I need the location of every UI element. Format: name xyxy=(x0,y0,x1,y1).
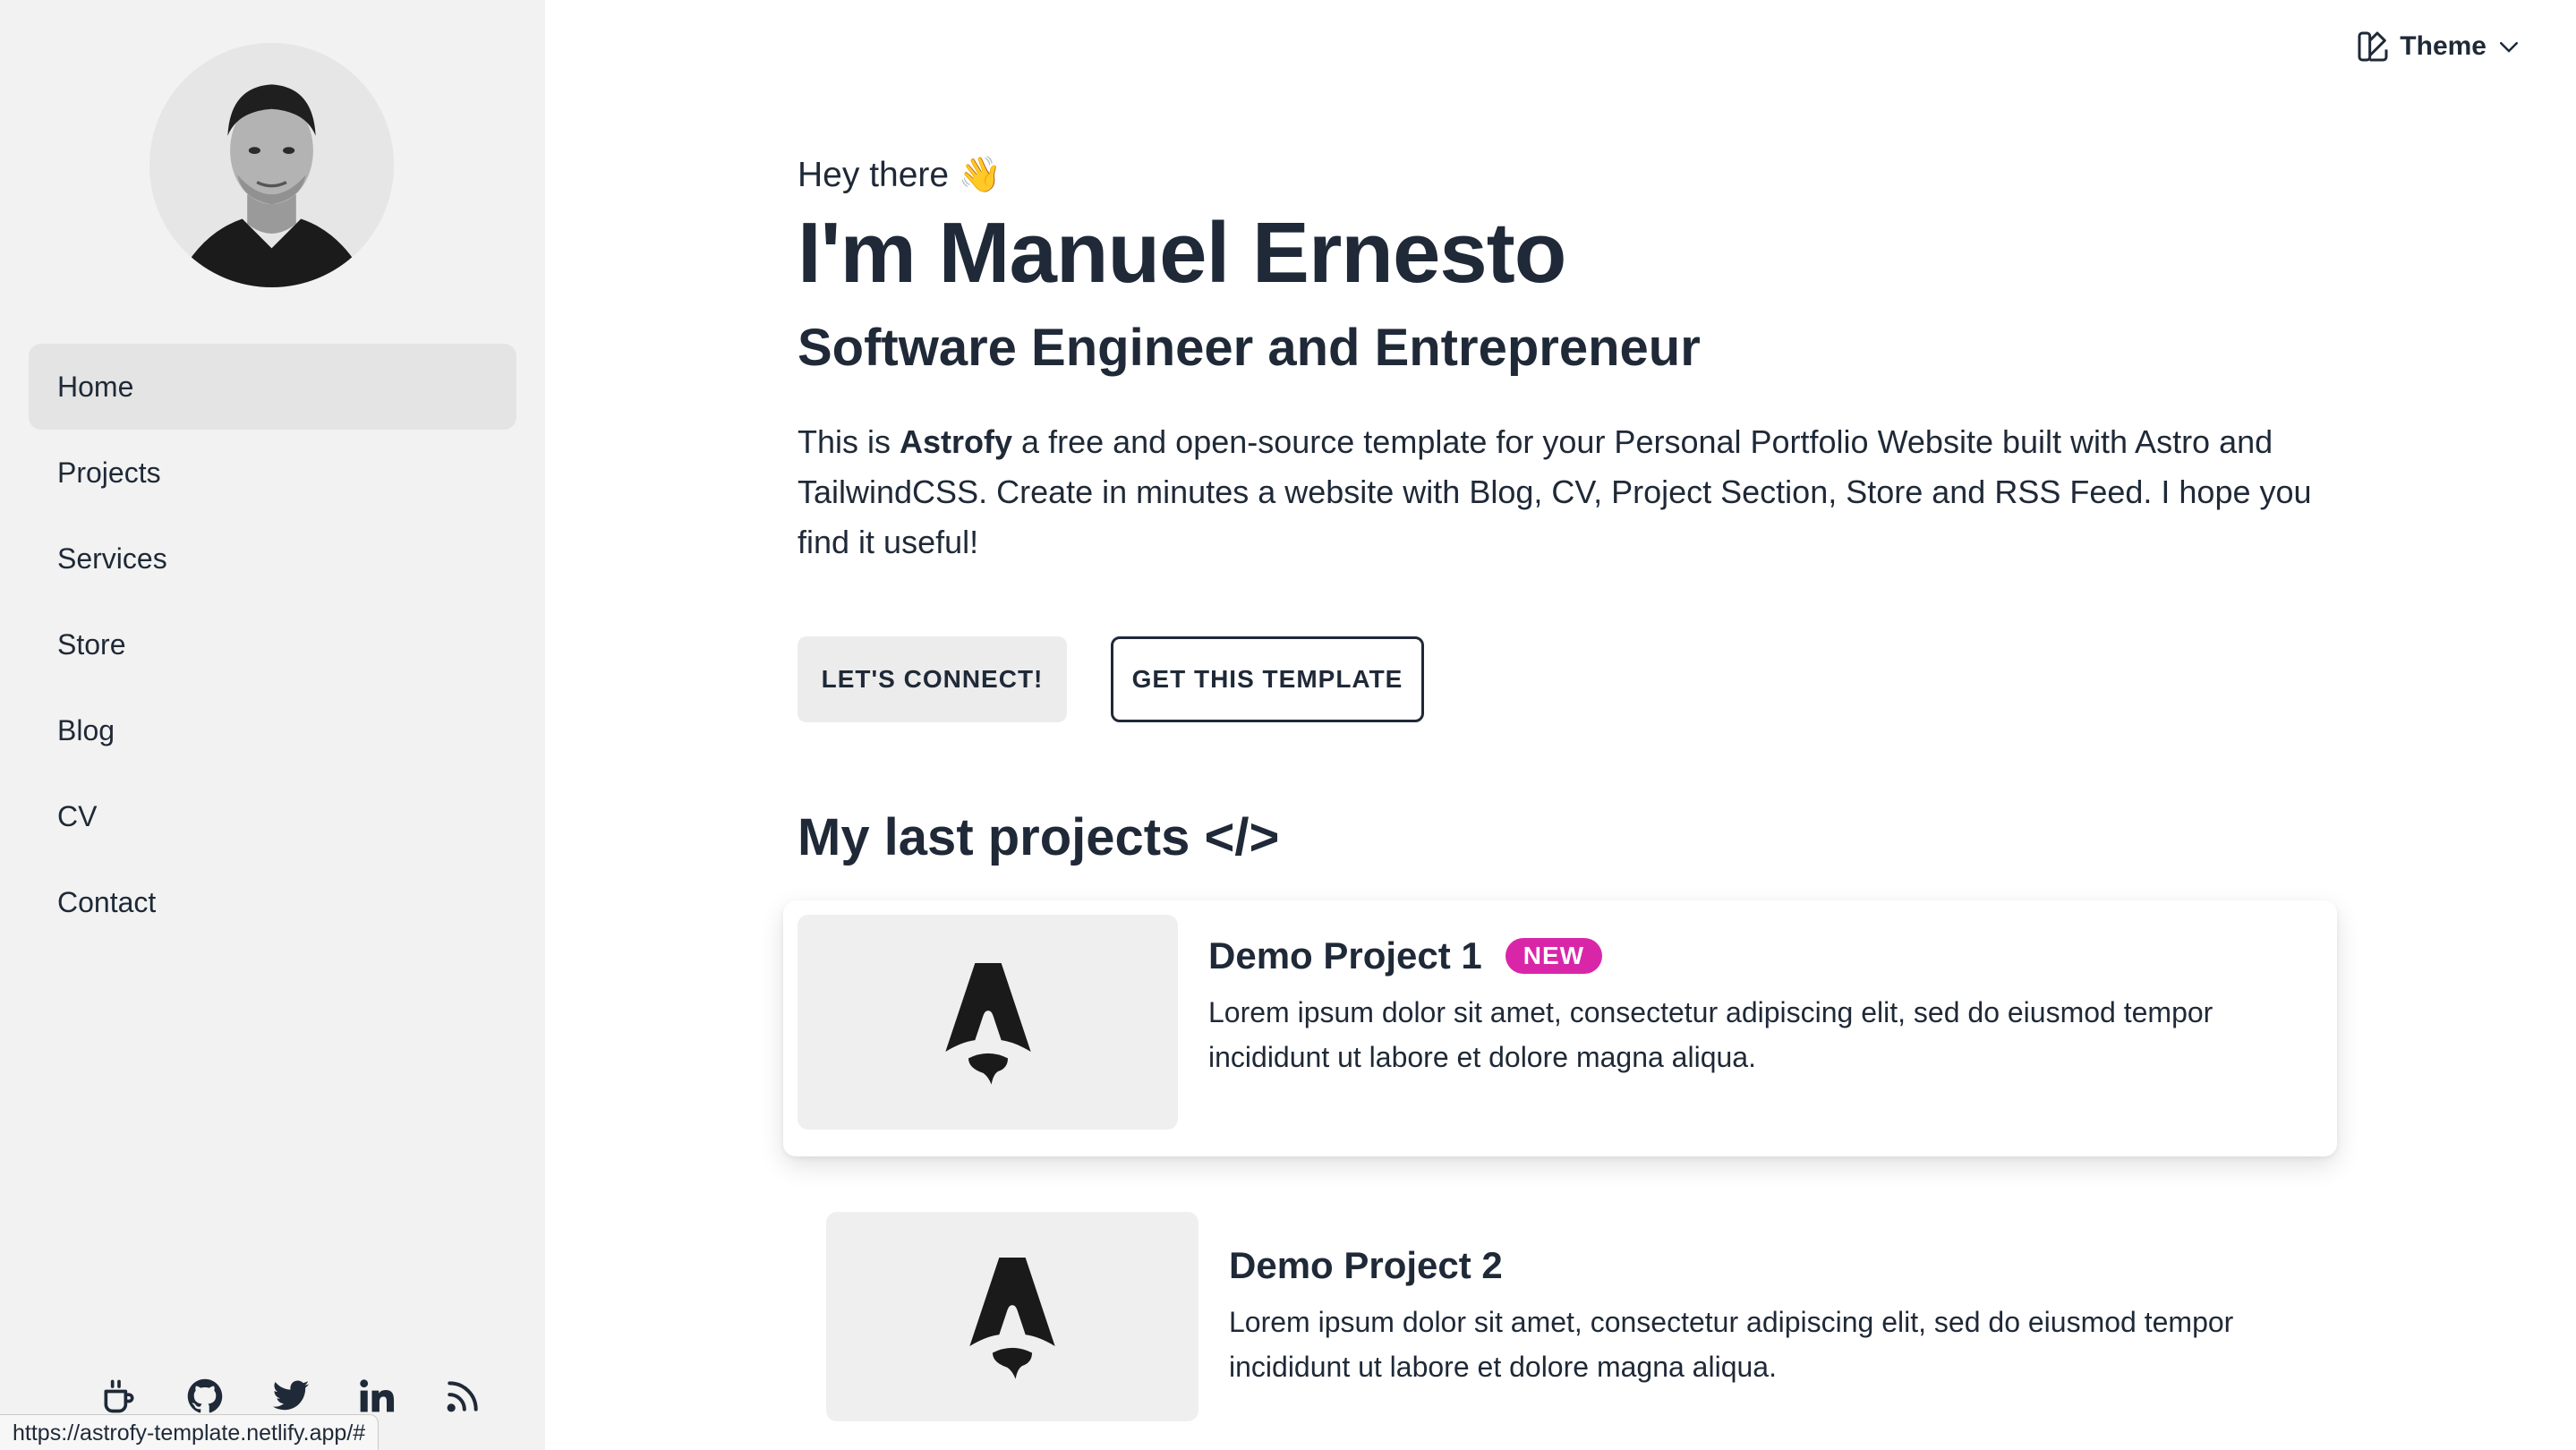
astro-logo-icon xyxy=(969,1258,1055,1379)
intro-text: This is Astrofy a free and open-source t… xyxy=(798,417,2319,567)
new-badge: NEW xyxy=(1505,938,1603,974)
astro-logo-icon xyxy=(944,963,1031,1085)
page-title: I'm Manuel Ernesto xyxy=(798,205,1566,301)
avatar xyxy=(149,43,394,287)
sidebar-item-contact[interactable]: Contact xyxy=(29,859,516,945)
rss-icon[interactable] xyxy=(420,1369,506,1423)
project-title-row: Demo Project 2 xyxy=(1229,1244,2330,1287)
chevron-down-icon xyxy=(2500,42,2518,53)
projects-heading: My last projects </> xyxy=(798,808,1280,866)
status-bar-url: https://astrofy-template.netlify.app/# xyxy=(0,1414,380,1450)
project-card[interactable]: Demo Project 1 NEW Lorem ipsum dolor sit… xyxy=(783,900,2337,1156)
sidebar-item-store[interactable]: Store xyxy=(29,601,516,687)
project-title: Demo Project 1 xyxy=(1208,934,1482,977)
sidebar-item-blog[interactable]: Blog xyxy=(29,687,516,773)
theme-label: Theme xyxy=(2400,31,2486,61)
get-template-button[interactable]: GET THIS TEMPLATE xyxy=(1111,636,1424,722)
greeting: Hey there 👋 xyxy=(798,156,1002,194)
project-thumbnail xyxy=(798,915,1178,1130)
page-subtitle: Software Engineer and Entrepreneur xyxy=(798,319,1701,377)
sidebar-item-projects[interactable]: Projects xyxy=(29,430,516,516)
project-description: Lorem ipsum dolor sit amet, consectetur … xyxy=(1229,1306,2234,1383)
lets-connect-button[interactable]: LET'S CONNECT! xyxy=(798,636,1067,722)
sidebar-item-cv[interactable]: CV xyxy=(29,773,516,859)
project-thumbnail xyxy=(826,1212,1198,1421)
project-title: Demo Project 2 xyxy=(1229,1244,1503,1286)
project-card-body: Demo Project 1 NEW Lorem ipsum dolor sit… xyxy=(1178,900,2309,1079)
swatch-icon xyxy=(2358,31,2388,62)
theme-dropdown[interactable]: Theme xyxy=(2355,29,2522,64)
sidebar-nav: Home Projects Services Store Blog CV Con… xyxy=(29,344,516,945)
intro-prefix: This is xyxy=(798,423,900,460)
project-card-body: Demo Project 2 Lorem ipsum dolor sit ame… xyxy=(1198,1212,2330,1389)
intro-suffix: a free and open-source template for your… xyxy=(798,423,2312,560)
project-description: Lorem ipsum dolor sit amet, consectetur … xyxy=(1208,996,2213,1073)
profile-photo xyxy=(149,43,394,287)
intro-brand: Astrofy xyxy=(900,423,1013,460)
project-title-row: Demo Project 1 NEW xyxy=(1208,934,2309,977)
sidebar: Home Projects Services Store Blog CV Con… xyxy=(0,0,545,1450)
project-card[interactable]: Demo Project 2 Lorem ipsum dolor sit ame… xyxy=(798,1212,2337,1436)
sidebar-item-home[interactable]: Home xyxy=(29,344,516,430)
sidebar-item-services[interactable]: Services xyxy=(29,516,516,601)
